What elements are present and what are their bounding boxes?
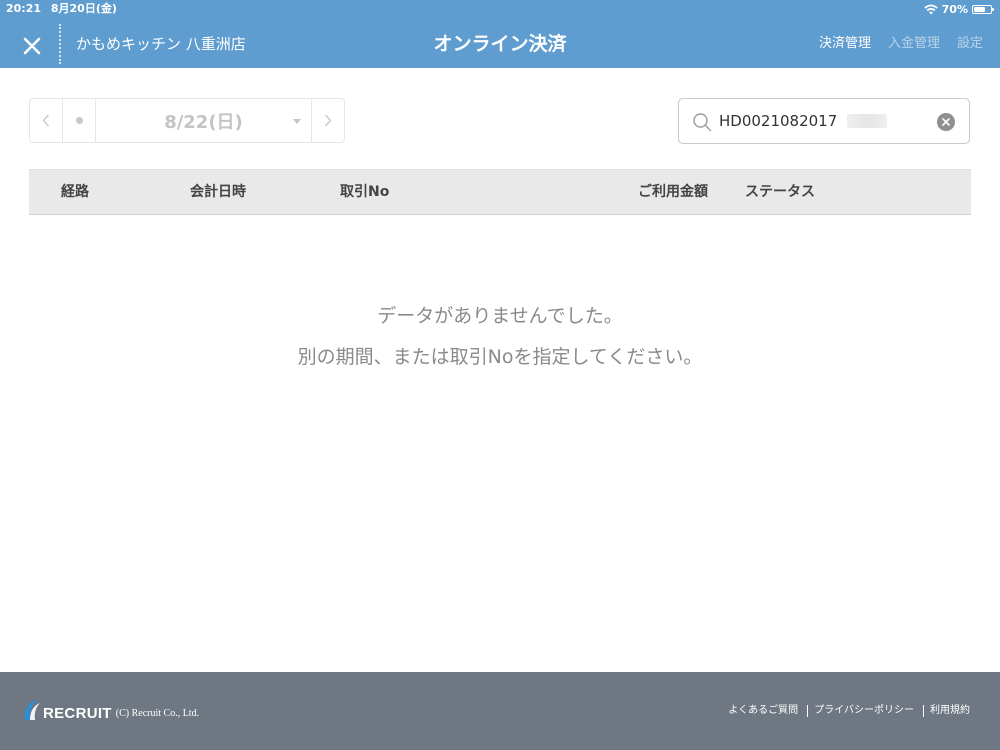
- chevron-left-icon: [42, 114, 50, 127]
- battery-icon: [972, 4, 994, 14]
- nav-payment-management[interactable]: 決済管理: [819, 35, 871, 53]
- nav-settings[interactable]: 設定: [957, 35, 983, 53]
- battery-tip: [992, 7, 994, 11]
- copyright: (C) Recruit Co., Ltd.: [115, 708, 200, 719]
- empty-state-line-2: 別の期間、または取引Noを指定してください。: [297, 346, 703, 368]
- today-dot-icon: [75, 117, 83, 124]
- recruit-logo-mark-icon: [24, 700, 40, 720]
- header-divider: [59, 24, 61, 64]
- date-select[interactable]: 8/22(日): [96, 99, 311, 142]
- next-date-button[interactable]: [311, 99, 344, 142]
- close-icon: [23, 37, 41, 55]
- recruit-logo: RECRUIT (C) Recruit Co., Ltd.: [22, 698, 199, 722]
- battery-percentage: 70%: [941, 2, 968, 16]
- shop-name: かもめキッチン 八重洲店: [76, 35, 246, 53]
- close-button[interactable]: [16, 30, 48, 62]
- wifi-icon: [923, 4, 938, 14]
- status-bar-time: 20:21 8月20日(金): [6, 2, 117, 16]
- footer-link-terms[interactable]: 利用規約: [930, 704, 970, 718]
- column-header-transaction-no: 取引No: [340, 184, 390, 200]
- footer-separator: [807, 705, 809, 717]
- app-footer: RECRUIT (C) Recruit Co., Ltd. よくあるご質問 プラ…: [0, 672, 1000, 750]
- date-picker: 8/22(日): [29, 98, 345, 143]
- footer-separator: [923, 705, 924, 717]
- header-nav: 決済管理 入金管理 設定: [802, 35, 983, 53]
- transactions-table-header: 経路 会計日時 取引No ご利用金額 ステータス: [29, 169, 971, 215]
- status-bar-right: 70%: [923, 2, 994, 16]
- column-header-status: ステータス: [745, 184, 815, 200]
- caret-down-icon: [293, 119, 301, 124]
- today-button[interactable]: [63, 99, 96, 142]
- footer-link-privacy[interactable]: プライバシーポリシー: [814, 704, 914, 718]
- status-date: 8月20日(金): [50, 2, 117, 15]
- search-input[interactable]: [719, 109, 919, 133]
- redacted-mask: [847, 114, 887, 128]
- empty-state-line-1: データがありませんでした。: [377, 305, 623, 327]
- chevron-right-icon: [324, 114, 332, 127]
- clear-x-icon: [942, 118, 950, 126]
- previous-date-button[interactable]: [30, 99, 63, 142]
- search-icon: [693, 113, 712, 132]
- logo-wordmark: RECRUIT: [43, 705, 112, 722]
- transaction-search[interactable]: [678, 98, 970, 144]
- empty-state-message: データがありませんでした。 別の期間、または取引Noを指定してください。: [0, 296, 1000, 378]
- footer-links: よくあるご質問 プライバシーポリシー 利用規約: [728, 704, 970, 718]
- selected-date: 8/22(日): [164, 111, 243, 133]
- battery-fill: [974, 6, 986, 12]
- clear-search-button[interactable]: [937, 113, 955, 131]
- column-header-amount: ご利用金額: [638, 184, 708, 200]
- footer-link-faq[interactable]: よくあるご質問: [728, 704, 798, 718]
- app-header: 20:21 8月20日(金) 70% かもめキッチン 八重洲店 オンライン決済 …: [0, 0, 1000, 68]
- column-header-route: 経路: [61, 184, 89, 200]
- nav-deposit-management[interactable]: 入金管理: [888, 35, 940, 53]
- status-time: 20:21: [6, 2, 42, 15]
- column-header-datetime: 会計日時: [190, 184, 246, 200]
